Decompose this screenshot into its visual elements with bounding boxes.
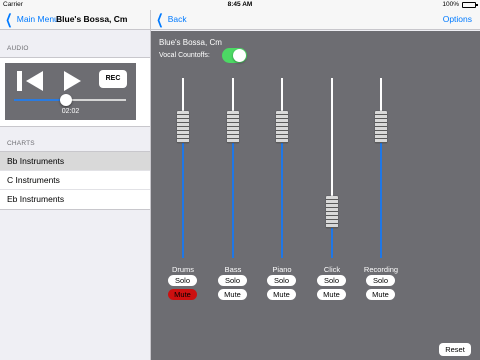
mute-button[interactable]: Mute — [366, 289, 395, 300]
mixer-channel-piano: Piano Solo Mute — [262, 31, 302, 360]
mute-button[interactable]: Mute — [267, 289, 296, 300]
mixer-panel: Blue's Bossa, Cm Vocal Countoffs: Reset … — [151, 31, 480, 360]
battery-icon — [462, 2, 478, 8]
solo-button[interactable]: Solo — [168, 275, 197, 286]
solo-button[interactable]: Solo — [317, 275, 346, 286]
chevron-left-icon: ❮ — [156, 11, 164, 27]
audio-section: REC 02:02 — [0, 57, 150, 127]
fader-level-fill — [182, 142, 184, 258]
battery-percent: 100% — [442, 1, 459, 8]
mute-button[interactable]: Mute — [168, 289, 197, 300]
mixer-channel-recording: Recording Solo Mute — [361, 31, 401, 360]
fader-knob[interactable] — [276, 110, 288, 143]
audio-player: REC 02:02 — [5, 63, 136, 120]
charts-list: Bb Instruments C Instruments Eb Instrument… — [0, 151, 150, 210]
fader-knob[interactable] — [227, 110, 239, 143]
main-menu-label: Main Menu — [16, 14, 59, 24]
charts-section-header: CHARTS — [7, 140, 35, 147]
playback-time: 02:02 — [61, 108, 80, 115]
solo-button[interactable]: Solo — [267, 275, 296, 286]
left-navbar: ❮ Main Menu Blue's Bossa, Cm — [0, 10, 150, 30]
audio-section-header: AUDIO — [7, 45, 29, 52]
solo-button[interactable]: Solo — [366, 275, 395, 286]
playback-slider[interactable] — [14, 94, 126, 106]
fader-track — [331, 78, 333, 197]
solo-button[interactable]: Solo — [218, 275, 247, 286]
fader-level-fill — [331, 228, 333, 258]
chevron-left-icon: ❮ — [5, 11, 13, 27]
play-icon[interactable] — [62, 71, 82, 91]
mixer-channel-click: Click Solo Mute — [312, 31, 352, 360]
main-menu-button[interactable]: ❮ Main Menu — [3, 11, 59, 27]
channel-label: Click — [323, 265, 341, 274]
channel-label: Drums — [171, 265, 195, 274]
channel-label: Recording — [363, 265, 399, 274]
chart-item[interactable]: C Instruments — [0, 171, 150, 190]
back-label: Back — [167, 14, 187, 24]
master-pane: ❮ Main Menu Blue's Bossa, Cm AUDIO REC 0… — [0, 10, 150, 360]
mixer-channel-bass: Bass Solo Mute — [213, 31, 253, 360]
page-title: Blue's Bossa, Cm — [56, 14, 128, 24]
record-button[interactable]: REC — [99, 70, 127, 88]
status-bar: Carrier 8:45 AM 100% — [0, 0, 480, 10]
fader-knob[interactable] — [375, 110, 387, 143]
fader-knob[interactable] — [326, 196, 338, 229]
back-button[interactable]: ❮ Back — [154, 11, 187, 27]
chart-item[interactable]: Eb Instruments — [0, 190, 150, 209]
status-time: 8:45 AM — [227, 1, 253, 8]
channel-label: Piano — [272, 265, 292, 274]
chart-item[interactable]: Bb Instruments — [0, 152, 150, 171]
channel-label: Bass — [224, 265, 242, 274]
right-navbar: ❮ Back Options — [151, 10, 480, 30]
fader-level-fill — [380, 142, 382, 258]
fader-level-fill — [281, 142, 283, 258]
fader-track — [281, 78, 283, 111]
options-button[interactable]: Options — [443, 14, 472, 24]
reset-button[interactable]: Reset — [439, 343, 471, 356]
rewind-icon[interactable] — [17, 71, 43, 91]
mute-button[interactable]: Mute — [218, 289, 247, 300]
fader-level-fill — [232, 142, 234, 258]
fader-track — [182, 78, 184, 111]
mixer-channel-drums: Drums Solo Mute — [163, 31, 203, 360]
fader-knob[interactable] — [177, 110, 189, 143]
fader-track — [232, 78, 234, 111]
playback-slider-thumb[interactable] — [59, 94, 72, 106]
mute-button[interactable]: Mute — [317, 289, 346, 300]
fader-track — [380, 78, 382, 111]
playback-progress-fill — [14, 99, 66, 101]
